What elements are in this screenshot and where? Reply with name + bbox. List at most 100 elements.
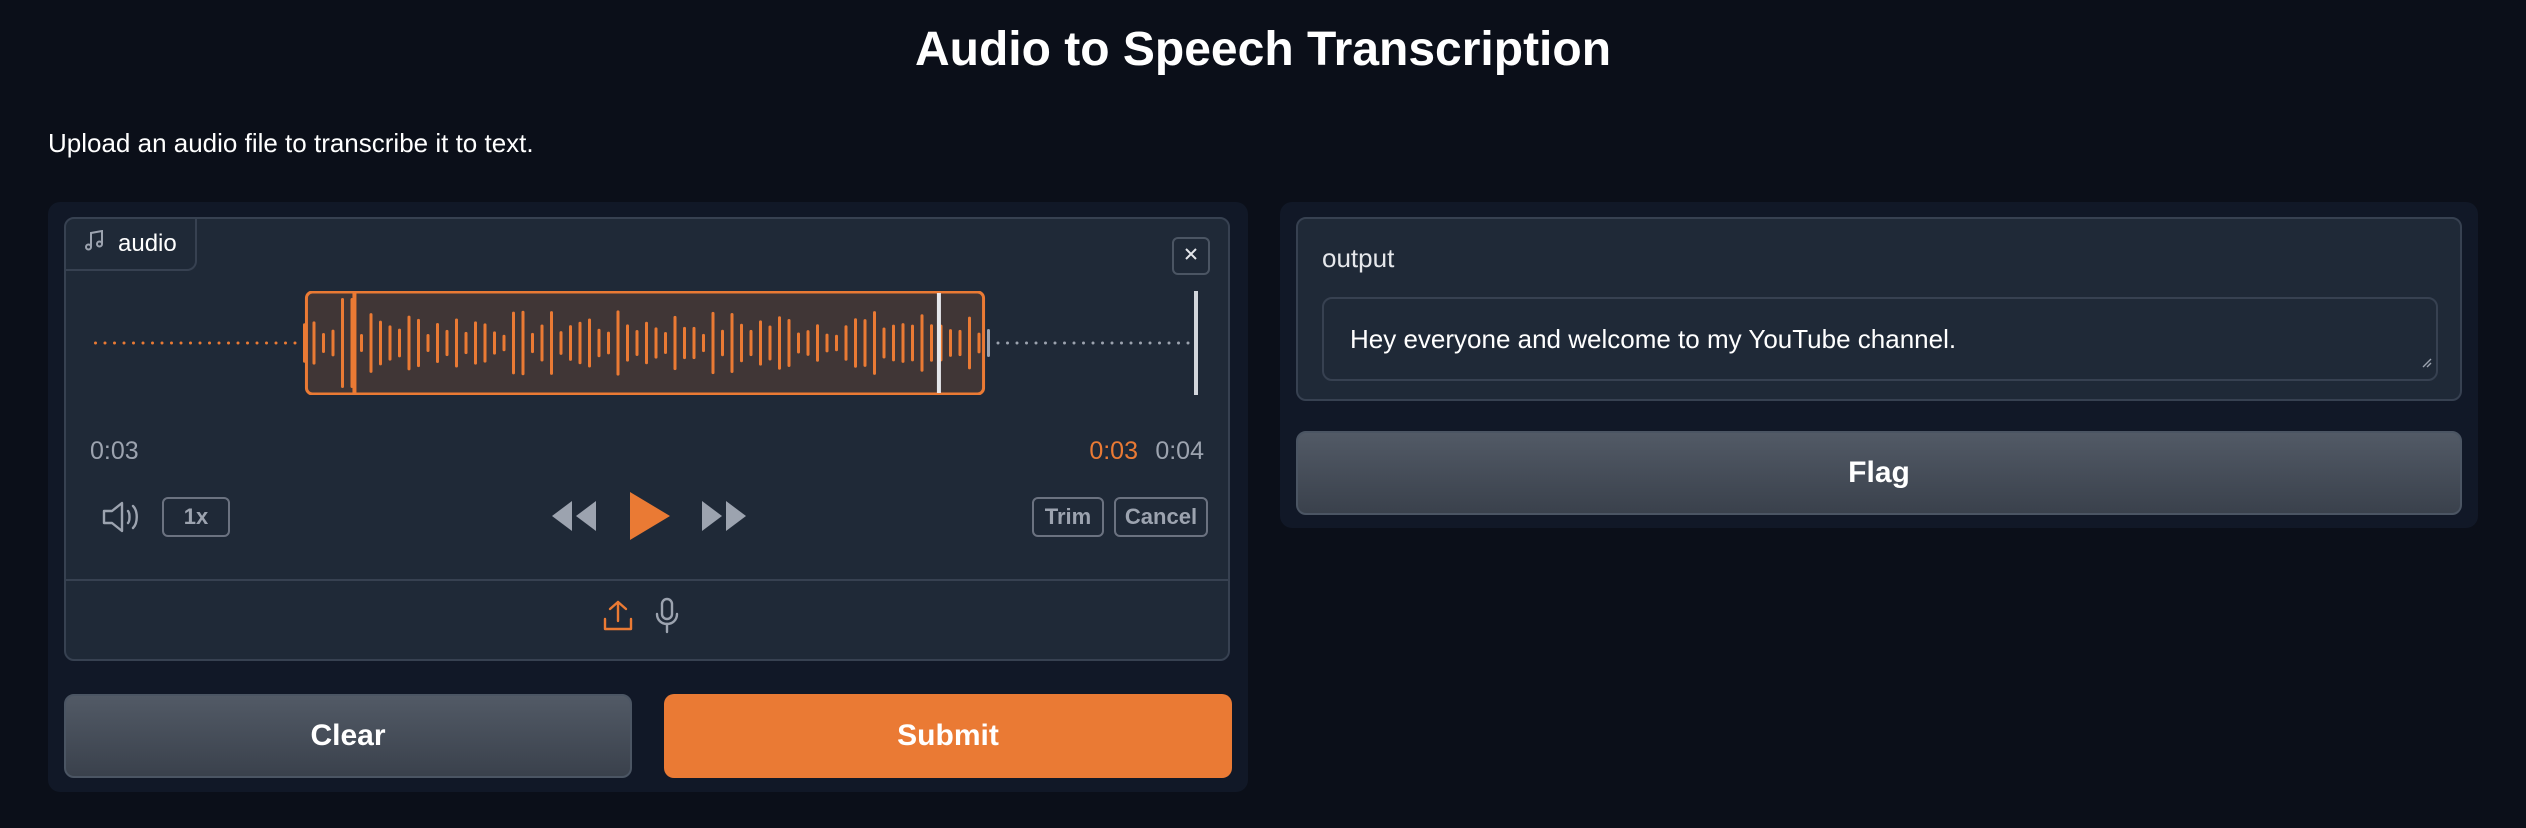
waveform-bar	[502, 334, 506, 352]
waveform-bar	[996, 341, 1000, 345]
clear-button[interactable]: Clear	[64, 694, 632, 778]
waveform-bar	[844, 325, 848, 361]
waveform-bar	[141, 341, 145, 345]
waveform-bar	[588, 318, 591, 368]
waveform-bar	[189, 341, 192, 345]
waveform-bar	[1120, 341, 1123, 345]
music-note-icon	[84, 229, 104, 259]
waveform-bar	[274, 341, 278, 345]
waveform-bar	[559, 331, 563, 355]
waveform-bar	[1101, 341, 1104, 345]
waveform-bar	[113, 341, 116, 345]
audio-input-block: audio 0:03 0:03 0:04 1x Trim Cancel	[64, 217, 1230, 661]
output-label: output	[1322, 243, 1395, 273]
volume-icon[interactable]	[100, 497, 142, 542]
waveform-bar	[426, 334, 430, 352]
waveform-bar	[531, 332, 534, 354]
waveform-bar	[911, 324, 914, 362]
upload-icon[interactable]	[602, 599, 634, 638]
duration-time: 0:04	[1155, 437, 1204, 465]
page-description: Upload an audio file to transcribe it to…	[48, 128, 534, 158]
waveform-bar	[1129, 341, 1133, 345]
waveform-bar	[930, 324, 933, 362]
waveform-bar	[626, 324, 629, 362]
waveform-bar	[730, 313, 734, 373]
waveform-bar	[873, 311, 876, 375]
waveform-bar	[597, 328, 601, 358]
waveform-bar	[474, 321, 477, 365]
waveform-bar	[293, 341, 297, 345]
waveform-bar	[521, 310, 525, 376]
waveform-bar	[265, 341, 268, 345]
waveform-bar	[284, 341, 287, 345]
output-block: output Hey everyone and welcome to my Yo…	[1296, 217, 2462, 401]
waveform-bar	[901, 323, 905, 363]
trim-button[interactable]: Trim	[1032, 497, 1104, 537]
waveform-bar	[806, 330, 810, 356]
waveform-bar	[464, 331, 468, 355]
waveform-bar	[1072, 341, 1076, 345]
waveform-bar	[417, 318, 420, 368]
waveform-bar	[179, 341, 183, 345]
waveform-bar	[759, 320, 762, 366]
close-icon	[1183, 246, 1199, 267]
waveform-bar	[683, 326, 686, 360]
waveform-marker[interactable]	[352, 293, 357, 393]
microphone-icon[interactable]	[654, 597, 680, 640]
waveform-bar	[645, 321, 648, 365]
waveform-bar	[217, 341, 221, 345]
waveform-bar	[1006, 341, 1009, 345]
playhead-marker[interactable]	[936, 293, 941, 393]
waveform-bar	[331, 329, 335, 357]
waveform-bar	[1186, 341, 1190, 345]
waveform-bar	[1148, 341, 1152, 345]
waveform-bar	[740, 323, 743, 363]
waveform-bar	[1177, 341, 1180, 345]
waveform-bar	[664, 332, 667, 354]
waveform-bar	[920, 314, 924, 372]
waveform-bar	[512, 311, 515, 375]
waveform-bar	[1082, 341, 1085, 345]
waveform-bar	[198, 341, 202, 345]
skip-forward-icon[interactable]	[700, 499, 748, 538]
waveform-bar	[1044, 341, 1047, 345]
submit-button[interactable]: Submit	[664, 694, 1232, 778]
waveform-bar	[1167, 341, 1171, 345]
waveform-bar	[94, 341, 97, 345]
cancel-trim-button[interactable]: Cancel	[1114, 497, 1208, 537]
waveform-bar	[749, 329, 753, 357]
page-title: Audio to Speech Transcription	[914, 23, 1612, 76]
output-textbox[interactable]: Hey everyone and welcome to my YouTube c…	[1322, 297, 2438, 381]
playback-speed-button[interactable]: 1x	[162, 497, 230, 537]
waveform-bar	[255, 341, 259, 345]
waveform-bar	[863, 319, 867, 367]
clear-audio-button[interactable]	[1172, 237, 1210, 275]
waveform-bar	[103, 341, 107, 345]
audio-label-tab: audio	[66, 219, 197, 271]
waveform-bar	[787, 319, 791, 367]
waveform-bar	[607, 331, 610, 355]
waveform-bar	[892, 324, 895, 362]
waveform-bar	[322, 332, 325, 354]
waveform-bar	[958, 329, 962, 357]
waveform-bar	[569, 325, 572, 361]
waveform-bar	[711, 311, 715, 375]
waveform-bar	[835, 334, 838, 352]
waveform-bar	[132, 341, 135, 345]
play-icon[interactable]	[626, 489, 672, 548]
waveform-bar	[388, 325, 392, 361]
waveform-bar	[170, 341, 173, 345]
waveform-bar	[1063, 341, 1066, 345]
skip-backward-icon[interactable]	[550, 499, 598, 538]
waveform-bar	[778, 316, 781, 370]
waveform-bar	[721, 329, 724, 357]
waveform-bar	[768, 325, 772, 361]
audio-waveform[interactable]	[90, 291, 1200, 395]
end-cursor	[1194, 291, 1198, 395]
waveform-bar	[550, 311, 553, 375]
waveform-bar	[1110, 341, 1114, 345]
waveform-bar	[882, 327, 886, 359]
resize-grip-icon[interactable]	[2420, 344, 2432, 375]
waveform-bar	[1053, 341, 1057, 345]
flag-button[interactable]: Flag	[1296, 431, 2462, 515]
